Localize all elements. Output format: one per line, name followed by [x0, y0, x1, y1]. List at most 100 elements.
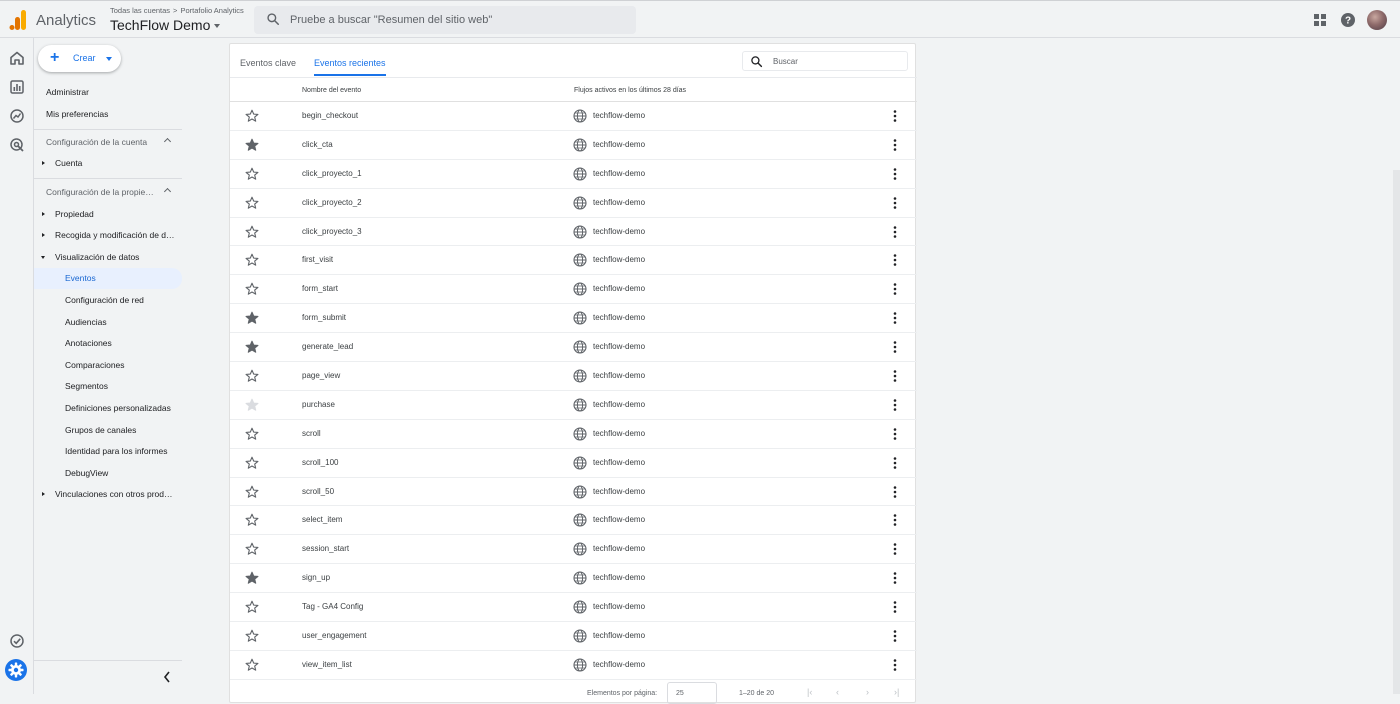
event-name[interactable]: click_proyecto_3 [302, 227, 362, 236]
table-row[interactable]: scroll techflow-demo [230, 420, 917, 449]
table-row[interactable]: session_start techflow-demo [230, 535, 917, 565]
table-row[interactable]: purchase techflow-demo [230, 391, 917, 420]
table-row[interactable]: click_proyecto_3 techflow-demo [230, 218, 917, 247]
more-vert-icon[interactable] [890, 571, 900, 585]
event-name[interactable]: form_submit [302, 313, 346, 322]
nav-propiedad[interactable]: Propiedad [34, 204, 182, 225]
nav-anotaciones[interactable]: Anotaciones [34, 333, 182, 354]
nav-cuenta[interactable]: Cuenta [34, 153, 182, 174]
key-event-star-icon[interactable] [245, 398, 259, 412]
apps-grid-icon[interactable] [1311, 11, 1329, 29]
event-name[interactable]: first_visit [302, 255, 333, 264]
nav-segmentos[interactable]: Segmentos [34, 376, 182, 397]
event-name[interactable]: sign_up [302, 573, 330, 582]
table-row[interactable]: form_start techflow-demo [230, 275, 917, 305]
collapse-nav-chevron-icon[interactable] [162, 670, 172, 684]
prev-page-icon[interactable]: ‹ [836, 687, 839, 697]
event-name[interactable]: view_item_list [302, 660, 352, 669]
global-search-input[interactable] [290, 6, 620, 34]
analytics-logo-icon[interactable] [9, 10, 27, 30]
key-event-star-icon[interactable] [245, 311, 259, 325]
key-event-star-icon[interactable] [245, 225, 259, 239]
first-page-icon[interactable]: |‹ [807, 687, 812, 697]
nav-section-account[interactable]: Configuración de la cuenta [34, 132, 182, 153]
table-row[interactable]: page_view techflow-demo [230, 362, 917, 391]
key-event-star-icon[interactable] [245, 340, 259, 354]
event-name[interactable]: scroll_100 [302, 458, 338, 467]
more-vert-icon[interactable] [890, 369, 900, 383]
more-vert-icon[interactable] [890, 427, 900, 441]
table-row[interactable]: click_proyecto_2 techflow-demo [230, 189, 917, 218]
event-name[interactable]: page_view [302, 371, 340, 380]
more-vert-icon[interactable] [890, 167, 900, 181]
event-name[interactable]: begin_checkout [302, 111, 358, 120]
global-search[interactable] [254, 6, 636, 34]
nav-configuracion-red[interactable]: Configuración de red [34, 290, 182, 311]
property-selector[interactable]: TechFlow Demo [110, 17, 221, 33]
more-vert-icon[interactable] [890, 629, 900, 643]
event-name[interactable]: session_start [302, 544, 349, 553]
breadcrumb[interactable]: Todas las cuentas > Portafolio Analytics [110, 6, 247, 15]
table-row[interactable]: sign_up techflow-demo [230, 564, 917, 594]
nav-eventos[interactable]: Eventos [34, 268, 182, 289]
column-header-event-name[interactable]: Nombre del evento [302, 87, 361, 94]
more-vert-icon[interactable] [890, 513, 900, 527]
table-row[interactable]: first_visit techflow-demo [230, 246, 917, 276]
breadcrumb-account[interactable]: Portafolio Analytics [180, 6, 243, 15]
event-name[interactable]: select_item [302, 515, 342, 524]
more-vert-icon[interactable] [890, 196, 900, 210]
nav-section-property[interactable]: Configuración de la propiedad [34, 182, 182, 203]
table-row[interactable]: click_proyecto_1 techflow-demo [230, 160, 917, 189]
table-row[interactable]: user_engagement techflow-demo [230, 622, 917, 651]
key-event-star-icon[interactable] [245, 253, 259, 267]
nav-vinculaciones[interactable]: Vinculaciones con otros productos [34, 484, 182, 505]
more-vert-icon[interactable] [890, 109, 900, 123]
more-vert-icon[interactable] [890, 340, 900, 354]
more-vert-icon[interactable] [890, 600, 900, 614]
key-event-star-icon[interactable] [245, 542, 259, 556]
table-row[interactable]: form_submit techflow-demo [230, 304, 917, 334]
nav-mis-preferencias[interactable]: Mis preferencias [34, 104, 182, 125]
more-vert-icon[interactable] [890, 485, 900, 499]
more-vert-icon[interactable] [890, 398, 900, 412]
key-event-star-icon[interactable] [245, 369, 259, 383]
key-event-star-icon[interactable] [245, 427, 259, 441]
create-button[interactable]: + Crear [38, 45, 121, 72]
tab-eventos-recientes[interactable]: Eventos recientes [314, 58, 386, 68]
event-name[interactable]: click_cta [302, 140, 333, 149]
key-event-star-icon[interactable] [245, 571, 259, 585]
event-name[interactable]: form_start [302, 284, 338, 293]
events-search-input[interactable] [773, 52, 903, 70]
more-vert-icon[interactable] [890, 311, 900, 325]
nav-administrar[interactable]: Administrar [34, 82, 182, 103]
table-row[interactable]: scroll_100 techflow-demo [230, 449, 917, 478]
event-name[interactable]: click_proyecto_1 [302, 169, 362, 178]
key-event-star-icon[interactable] [245, 109, 259, 123]
event-name[interactable]: generate_lead [302, 342, 353, 351]
key-event-star-icon[interactable] [245, 456, 259, 470]
more-vert-icon[interactable] [890, 138, 900, 152]
event-name[interactable]: Tag - GA4 Config [302, 602, 363, 611]
advertising-icon[interactable] [9, 137, 25, 153]
key-event-star-icon[interactable] [245, 629, 259, 643]
key-event-star-icon[interactable] [245, 513, 259, 527]
more-vert-icon[interactable] [890, 225, 900, 239]
nav-identidad-informes[interactable]: Identidad para los informes [34, 441, 182, 462]
event-name[interactable]: scroll_50 [302, 487, 334, 496]
key-event-star-icon[interactable] [245, 167, 259, 181]
next-page-icon[interactable]: › [866, 687, 869, 697]
more-vert-icon[interactable] [890, 542, 900, 556]
tab-eventos-clave[interactable]: Eventos clave [240, 58, 296, 68]
key-event-star-icon[interactable] [245, 282, 259, 296]
nav-recogida-datos[interactable]: Recogida y modificación de datos [34, 225, 182, 246]
key-event-star-icon[interactable] [245, 600, 259, 614]
event-name[interactable]: click_proyecto_2 [302, 198, 362, 207]
page-scrollbar[interactable] [1393, 170, 1400, 694]
table-row[interactable]: select_item techflow-demo [230, 506, 917, 536]
more-vert-icon[interactable] [890, 253, 900, 267]
nav-visualizacion-datos[interactable]: Visualización de datos [34, 247, 182, 268]
breadcrumb-all-accounts[interactable]: Todas las cuentas [110, 6, 170, 15]
help-icon[interactable]: ? [1339, 11, 1357, 29]
event-name[interactable]: user_engagement [302, 631, 367, 640]
event-name[interactable]: scroll [302, 429, 321, 438]
